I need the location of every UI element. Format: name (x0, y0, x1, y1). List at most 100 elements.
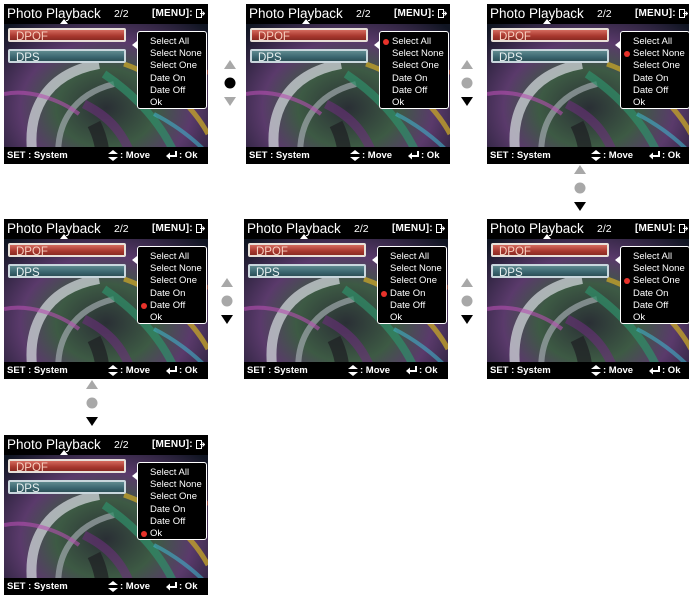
submenu-option[interactable]: Date On (150, 288, 185, 299)
submenu-option[interactable]: Select All (633, 251, 672, 262)
submenu-option[interactable]: Date Off (392, 85, 427, 96)
enter-return-icon (166, 151, 177, 160)
dpof-submenu: Select All Select None Select One Date On Da… (377, 246, 447, 324)
exit-icon (196, 440, 205, 449)
submenu-option[interactable]: Select All (390, 251, 429, 262)
submenu-option[interactable]: Select None (150, 263, 202, 274)
title-bar: Photo Playback 2/2 [MENU]: (244, 219, 448, 239)
camera-screen: Photo Playback 2/2 [MENU]: DPOF DPS Select Al… (4, 219, 208, 379)
ok-hint: : Ok (419, 365, 438, 376)
submenu-option[interactable]: Date Off (150, 516, 185, 527)
tab-dps[interactable]: DPS (250, 49, 368, 64)
move-hint: : Move (603, 365, 634, 376)
page-indicator: 2/2 (597, 8, 612, 20)
submenu-option[interactable]: Ok (633, 97, 645, 108)
up-arrow-icon (574, 165, 586, 174)
move-updown-icon (591, 365, 601, 376)
move-updown-icon (108, 581, 118, 592)
tab-dps[interactable]: DPS (491, 49, 609, 64)
tab-up-arrow-icon (543, 19, 551, 24)
tab-dps[interactable]: DPS (8, 49, 126, 64)
tab-dps[interactable]: DPS (8, 480, 126, 495)
selection-dot-icon (383, 39, 389, 45)
submenu-option[interactable]: Date Off (390, 300, 425, 311)
tab-dps[interactable]: DPS (248, 264, 366, 279)
submenu-option[interactable]: Select All (150, 251, 189, 262)
exit-icon (679, 9, 688, 18)
tab-dpof[interactable]: DPOF (8, 243, 126, 258)
navigation-arrows (221, 278, 233, 324)
submenu-option[interactable]: Date On (150, 504, 185, 515)
dpof-submenu: Select All Select None Select One Date On Da… (137, 462, 207, 540)
ok-hint: : Ok (662, 365, 681, 376)
screen-title: Photo Playback (490, 221, 584, 236)
page-indicator: 2/2 (114, 8, 129, 20)
submenu-option[interactable]: Date On (150, 73, 185, 84)
menu-exit-hint: [MENU]: (392, 223, 433, 234)
submenu-option[interactable]: Date On (392, 73, 427, 84)
tab-dpof[interactable]: DPOF (8, 459, 126, 474)
submenu-option[interactable]: Select All (633, 36, 672, 47)
submenu-option[interactable]: Date Off (150, 300, 185, 311)
submenu-option[interactable]: Select All (150, 36, 189, 47)
submenu-option[interactable]: Ok (150, 528, 162, 539)
enter-return-icon (649, 366, 660, 375)
submenu-option[interactable]: Date Off (633, 300, 668, 311)
camera-screen: Photo Playback 2/2 [MENU]: DPOF DPS Select Al… (246, 4, 450, 164)
bottom-help-bar: SET : System: Move: Ok (487, 147, 689, 164)
submenu-option[interactable]: Ok (390, 312, 402, 323)
submenu-option[interactable]: Date Off (150, 85, 185, 96)
move-updown-icon (108, 365, 118, 376)
camera-screen: Photo Playback 2/2 [MENU]: DPOF DPS Select Al… (487, 219, 689, 379)
set-system-hint: SET : System (490, 365, 551, 376)
submenu-option[interactable]: Select One (390, 275, 437, 286)
ok-hint: : Ok (421, 150, 440, 161)
submenu-option[interactable]: Select One (150, 275, 197, 286)
submenu-option[interactable]: Date Off (633, 85, 668, 96)
submenu-option[interactable]: Date On (633, 73, 668, 84)
screen-title: Photo Playback (490, 6, 584, 21)
move-updown-icon (108, 150, 118, 161)
dpof-submenu: Select All Select None Select One Date On Da… (137, 246, 207, 324)
submenu-option[interactable]: Select One (392, 60, 439, 71)
submenu-option[interactable]: Select One (633, 275, 680, 286)
submenu-option[interactable]: Select One (633, 60, 680, 71)
tab-dps[interactable]: DPS (491, 264, 609, 279)
submenu-option[interactable]: Select All (150, 467, 189, 478)
submenu-option[interactable]: Select All (392, 36, 431, 47)
title-bar: Photo Playback 2/2 [MENU]: (4, 219, 208, 239)
tab-dpof[interactable]: DPOF (248, 243, 366, 258)
move-hint: : Move (360, 365, 391, 376)
page-indicator: 2/2 (354, 223, 369, 235)
submenu-option[interactable]: Select None (392, 48, 444, 59)
submenu-option[interactable]: Select None (150, 479, 202, 490)
submenu-option[interactable]: Select None (633, 263, 685, 274)
down-arrow-icon (221, 315, 233, 324)
submenu-option[interactable]: Select None (150, 48, 202, 59)
submenu-option[interactable]: Date On (390, 288, 425, 299)
submenu-option[interactable]: Ok (150, 97, 162, 108)
exit-icon (196, 224, 205, 233)
title-bar: Photo Playback 2/2 [MENU]: (4, 435, 208, 455)
menu-exit-hint: [MENU]: (394, 8, 435, 19)
tab-dpof[interactable]: DPOF (491, 243, 609, 258)
camera-screen: Photo Playback 2/2 [MENU]: DPOF DPS Select Al… (4, 4, 208, 164)
submenu-option[interactable]: Select None (390, 263, 442, 274)
submenu-option[interactable]: Date On (633, 288, 668, 299)
submenu-option[interactable]: Select One (150, 491, 197, 502)
tab-dpof[interactable]: DPOF (8, 28, 126, 43)
navigation-arrows (574, 165, 586, 211)
submenu-option[interactable]: Select One (150, 60, 197, 71)
set-system-hint: SET : System (249, 150, 310, 161)
dpof-submenu: Select All Select None Select One Date On Da… (137, 31, 207, 109)
submenu-option[interactable]: Ok (633, 312, 645, 323)
tab-dps[interactable]: DPS (8, 264, 126, 279)
submenu-option[interactable]: Select None (633, 48, 685, 59)
submenu-option[interactable]: Ok (392, 97, 404, 108)
submenu-option[interactable]: Ok (150, 312, 162, 323)
move-hint: : Move (603, 150, 634, 161)
tab-dpof[interactable]: DPOF (250, 28, 368, 43)
bottom-help-bar: SET : System: Move: Ok (244, 362, 448, 379)
tab-dpof[interactable]: DPOF (491, 28, 609, 43)
page-indicator: 2/2 (597, 223, 612, 235)
